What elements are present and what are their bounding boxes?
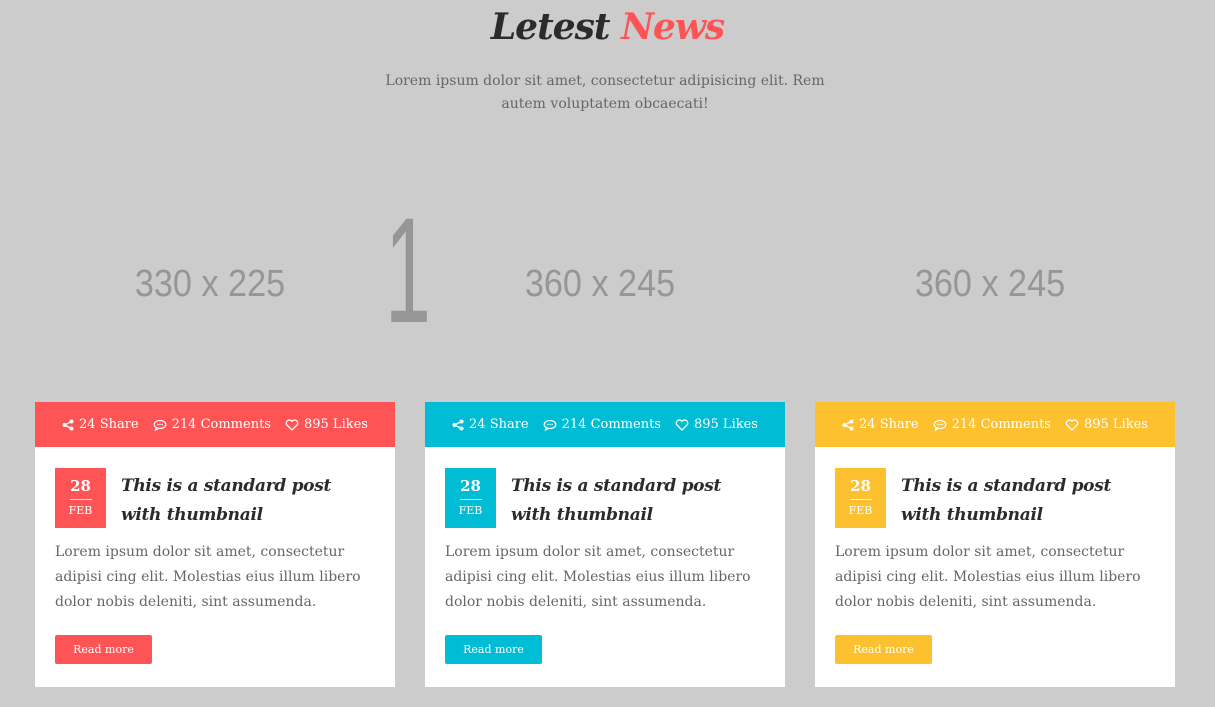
date-divider <box>849 499 872 500</box>
share-icon <box>452 419 464 430</box>
overlay-digit: 1 <box>385 186 431 354</box>
read-more-button[interactable]: Read more <box>55 635 152 664</box>
date-day: 28 <box>70 477 91 495</box>
comments-count: 214 Comments <box>171 417 271 432</box>
date-day: 28 <box>460 477 481 495</box>
date-month: FEB <box>848 504 873 517</box>
share-icon <box>62 419 74 430</box>
comments-count: 214 Comments <box>951 417 1051 432</box>
date-badge: 28 FEB <box>55 468 106 528</box>
share-icon <box>842 419 854 430</box>
post-title[interactable]: This is a standard post with thumbnail <box>121 468 375 534</box>
post-thumbnail[interactable]: 330 x 225 <box>53 172 368 397</box>
thumbnail-placeholder-label: 330 x 225 <box>134 263 286 305</box>
heart-icon <box>1065 418 1079 431</box>
share-link[interactable]: 24 Share <box>452 417 529 432</box>
share-link[interactable]: 24 Share <box>842 417 919 432</box>
post-excerpt: Lorem ipsum dolor sit amet, consectetur … <box>55 544 361 610</box>
share-count: 24 Share <box>469 417 529 432</box>
date-month: FEB <box>458 504 483 517</box>
section-title: Letest News <box>0 6 1215 48</box>
comments-link[interactable]: 214 Comments <box>933 417 1051 432</box>
card-meta-bar: 24 Share 214 Comments 895 Likes <box>35 402 395 447</box>
section-title-accent: News <box>621 6 725 48</box>
comments-link[interactable]: 214 Comments <box>153 417 271 432</box>
post-thumbnail[interactable]: 360 x 245 <box>833 172 1148 397</box>
heart-icon <box>675 418 689 431</box>
likes-link[interactable]: 895 Likes <box>285 417 368 432</box>
likes-link[interactable]: 895 Likes <box>675 417 758 432</box>
thumbnail-placeholder-label: 360 x 245 <box>914 263 1066 305</box>
read-more-button[interactable]: Read more <box>445 635 542 664</box>
post-excerpt: Lorem ipsum dolor sit amet, consectetur … <box>835 544 1141 610</box>
comment-icon <box>933 419 947 431</box>
post-title[interactable]: This is a standard post with thumbnail <box>511 468 765 534</box>
card-body: 28 FEB This is a standard post with thum… <box>35 447 395 664</box>
date-month: FEB <box>68 504 93 517</box>
date-divider <box>459 499 482 500</box>
date-badge: 28 FEB <box>835 468 886 528</box>
card-meta-bar: 24 Share 214 Comments 895 Likes <box>425 402 785 447</box>
heart-icon <box>285 418 299 431</box>
latest-news-section: Letest News Lorem ipsum dolor sit amet, … <box>0 0 1215 707</box>
likes-count: 895 Likes <box>693 417 758 432</box>
read-more-button[interactable]: Read more <box>835 635 932 664</box>
share-count: 24 Share <box>859 417 919 432</box>
card-body: 28 FEB This is a standard post with thum… <box>425 447 785 664</box>
comment-icon <box>153 419 167 431</box>
card-meta-bar: 24 Share 214 Comments 895 Likes <box>815 402 1175 447</box>
post-excerpt: Lorem ipsum dolor sit amet, consectetur … <box>445 544 751 610</box>
date-badge: 28 FEB <box>445 468 496 528</box>
comments-count: 214 Comments <box>561 417 661 432</box>
news-card: 24 Share 214 Comments 895 Likes 28 FEB T… <box>425 402 785 687</box>
post-title[interactable]: This is a standard post with thumbnail <box>901 468 1155 534</box>
news-card: 24 Share 214 Comments 895 Likes 28 FEB T… <box>815 402 1175 687</box>
likes-count: 895 Likes <box>1083 417 1148 432</box>
news-card: 24 Share 214 Comments 895 Likes 28 FEB T… <box>35 402 395 687</box>
date-divider <box>69 499 92 500</box>
likes-link[interactable]: 895 Likes <box>1065 417 1148 432</box>
comment-icon <box>543 419 557 431</box>
section-description: Lorem ipsum dolor sit amet, consectetur … <box>385 73 825 112</box>
share-link[interactable]: 24 Share <box>62 417 139 432</box>
date-day: 28 <box>850 477 871 495</box>
post-thumbnail[interactable]: 360 x 245 <box>443 172 758 397</box>
share-count: 24 Share <box>79 417 139 432</box>
section-title-main: Letest <box>490 6 611 48</box>
comments-link[interactable]: 214 Comments <box>543 417 661 432</box>
thumbnail-placeholder-label: 360 x 245 <box>524 263 676 305</box>
card-body: 28 FEB This is a standard post with thum… <box>815 447 1175 664</box>
likes-count: 895 Likes <box>303 417 368 432</box>
